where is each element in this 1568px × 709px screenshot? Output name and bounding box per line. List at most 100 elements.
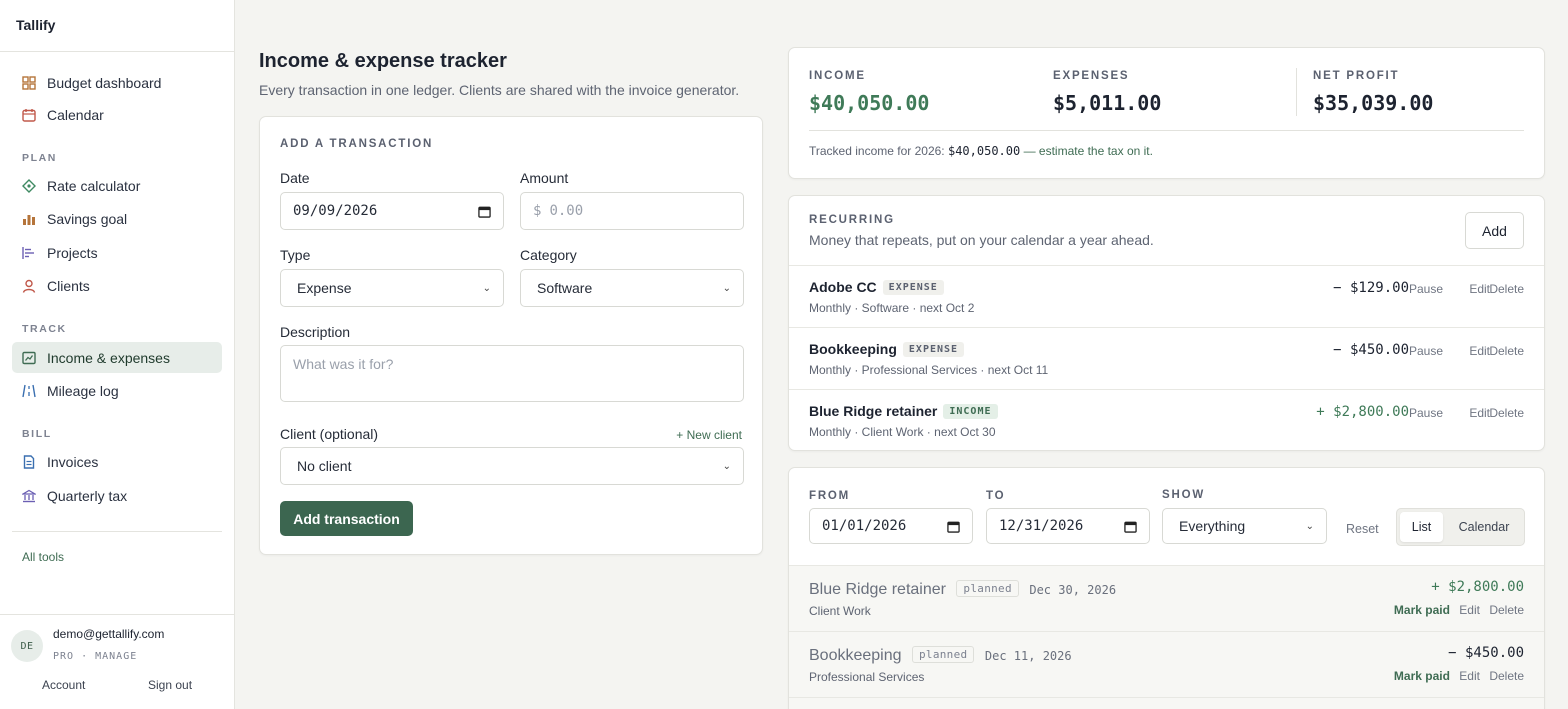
- sidebar-item-label: Rate calculator: [47, 177, 141, 194]
- type-badge: INCOME: [943, 404, 998, 419]
- divider: [0, 51, 234, 52]
- to-label: TO: [986, 490, 1006, 502]
- transaction-actions: Mark paid Edit Delete: [1394, 669, 1524, 683]
- type-label: Type: [280, 247, 311, 263]
- date-input[interactable]: 09/09/2026: [280, 192, 504, 230]
- reset-button[interactable]: Reset: [1346, 522, 1379, 536]
- date-label: Date: [280, 170, 310, 186]
- sidebar: Tallify Budget dashboard Calendar PLAN R…: [0, 0, 235, 709]
- date-value: 09/09/2026: [293, 203, 378, 219]
- sidebar-item-projects[interactable]: Projects: [12, 237, 222, 268]
- type-select[interactable]: Expense ⌄: [280, 269, 504, 307]
- pause-button[interactable]: Pause: [1409, 406, 1443, 420]
- client-select[interactable]: No client ⌄: [280, 447, 744, 485]
- calendar-icon[interactable]: [947, 520, 960, 533]
- table-row[interactable]: Bookkeeping planned Dec 11, 2026 Profess…: [789, 631, 1544, 697]
- amount-input[interactable]: $ 0.00: [520, 192, 744, 230]
- person-icon: [22, 279, 36, 293]
- expenses-label: EXPENSES: [1053, 70, 1130, 82]
- sidebar-item-clients[interactable]: Clients: [12, 270, 222, 301]
- delete-button[interactable]: Delete: [1489, 406, 1524, 420]
- category-value: Software: [537, 280, 593, 296]
- sidebar-item-budget-dashboard[interactable]: Budget dashboard: [12, 67, 222, 98]
- delete-button[interactable]: Delete: [1489, 282, 1524, 296]
- edit-button[interactable]: Edit: [1459, 669, 1480, 683]
- delete-button[interactable]: Delete: [1489, 603, 1524, 617]
- transaction-name: Bookkeeping: [809, 647, 902, 664]
- all-tools-link[interactable]: All tools: [22, 550, 64, 564]
- transaction-date: Dec 11, 2026: [984, 649, 1072, 663]
- calendar-icon[interactable]: [1124, 520, 1137, 533]
- from-date-input[interactable]: 01/01/2026: [809, 508, 973, 544]
- tax-note-prefix: Tracked income for 2026:: [809, 144, 945, 158]
- new-client-link[interactable]: + New client: [676, 428, 742, 442]
- road-icon: [22, 384, 36, 398]
- sign-out-link[interactable]: Sign out: [148, 678, 192, 692]
- recurring-row: Blue Ridge retainer INCOME Monthly · Clie…: [789, 389, 1544, 450]
- sidebar-item-label: Clients: [47, 277, 90, 294]
- avatar[interactable]: DE: [11, 630, 43, 662]
- page-title: Income & expense tracker: [259, 50, 507, 72]
- delete-button[interactable]: Delete: [1489, 344, 1524, 358]
- recurring-name-text: Bookkeeping: [809, 341, 897, 357]
- divider: [12, 531, 222, 532]
- section-label-bill: BILL: [22, 428, 52, 440]
- pause-button[interactable]: Pause: [1409, 282, 1443, 296]
- to-date-value: 12/31/2026: [999, 518, 1084, 534]
- table-row[interactable]: Blue Ridge retainer planned Dec 30, 2026…: [789, 565, 1544, 631]
- amount-label: Amount: [520, 170, 569, 186]
- estimate-tax-link[interactable]: — estimate the tax on it.: [1024, 144, 1153, 158]
- net-profit-label: NET PROFIT: [1313, 70, 1400, 82]
- sidebar-item-income-expenses[interactable]: Income & expenses: [12, 342, 222, 373]
- transaction-title: Blue Ridge retainer planned Dec 30, 2026: [809, 580, 1116, 599]
- pause-button[interactable]: Pause: [1409, 344, 1443, 358]
- calendar-icon[interactable]: [478, 205, 491, 218]
- recurring-row: Adobe CC EXPENSE Monthly · Software · nex…: [789, 265, 1544, 327]
- gantt-icon: [22, 246, 36, 260]
- mark-paid-button[interactable]: Mark paid: [1394, 603, 1450, 617]
- sidebar-item-invoices[interactable]: Invoices: [12, 446, 222, 477]
- sidebar-item-label: Income & expenses: [47, 349, 170, 366]
- recurring-title: RECURRING: [809, 214, 895, 226]
- currency-prefix: $: [533, 203, 542, 219]
- description-label: Description: [280, 324, 351, 340]
- sidebar-item-mileage-log[interactable]: Mileage log: [12, 375, 222, 406]
- calendar-icon: [22, 108, 36, 122]
- description-textarea[interactable]: What was it for?: [280, 345, 744, 402]
- sidebar-item-label: Budget dashboard: [47, 74, 162, 91]
- view-calendar-button[interactable]: Calendar: [1447, 512, 1521, 542]
- sidebar-item-calendar[interactable]: Calendar: [12, 99, 222, 130]
- account-link[interactable]: Account: [42, 678, 85, 692]
- user-plan[interactable]: PRO · MANAGE: [53, 651, 137, 662]
- chevron-down-icon: ⌄: [482, 282, 491, 294]
- transaction-category: Client Work: [809, 604, 871, 618]
- to-date-input[interactable]: 12/31/2026: [986, 508, 1150, 544]
- add-recurring-button[interactable]: Add: [1465, 212, 1524, 249]
- show-select[interactable]: Everything ⌄: [1162, 508, 1327, 544]
- edit-button[interactable]: Edit: [1469, 282, 1490, 296]
- recurring-row: Bookkeeping EXPENSE Monthly · Professiona…: [789, 327, 1544, 389]
- add-transaction-button[interactable]: Add transaction: [280, 501, 413, 536]
- client-value: No client: [297, 458, 352, 474]
- user-section: [0, 614, 234, 615]
- mark-paid-button[interactable]: Mark paid: [1394, 669, 1450, 683]
- net-profit-value: $35,039.00: [1313, 91, 1434, 115]
- sidebar-item-rate-calculator[interactable]: Rate calculator: [12, 170, 222, 201]
- sidebar-item-quarterly-tax[interactable]: Quarterly tax: [12, 480, 222, 511]
- transaction-name: Blue Ridge retainer: [809, 581, 946, 598]
- table-row[interactable]: [789, 697, 1544, 709]
- edit-button[interactable]: Edit: [1459, 603, 1480, 617]
- delete-button[interactable]: Delete: [1489, 669, 1524, 683]
- recurring-subtitle: Money that repeats, put on your calendar…: [809, 232, 1154, 248]
- sidebar-item-savings-goal[interactable]: Savings goal: [12, 203, 222, 234]
- edit-button[interactable]: Edit: [1469, 406, 1490, 420]
- transaction-amount: − $450.00: [1448, 645, 1524, 661]
- tax-note: Tracked income for 2026: $40,050.00 — es…: [809, 144, 1153, 158]
- divider: [1296, 68, 1297, 116]
- recurring-name-text: Adobe CC: [809, 279, 877, 295]
- view-list-button[interactable]: List: [1400, 512, 1443, 542]
- category-select[interactable]: Software ⌄: [520, 269, 744, 307]
- app-logo[interactable]: Tallify: [16, 17, 55, 33]
- edit-button[interactable]: Edit: [1469, 344, 1490, 358]
- recurring-amount: + $2,800.00: [1316, 404, 1409, 420]
